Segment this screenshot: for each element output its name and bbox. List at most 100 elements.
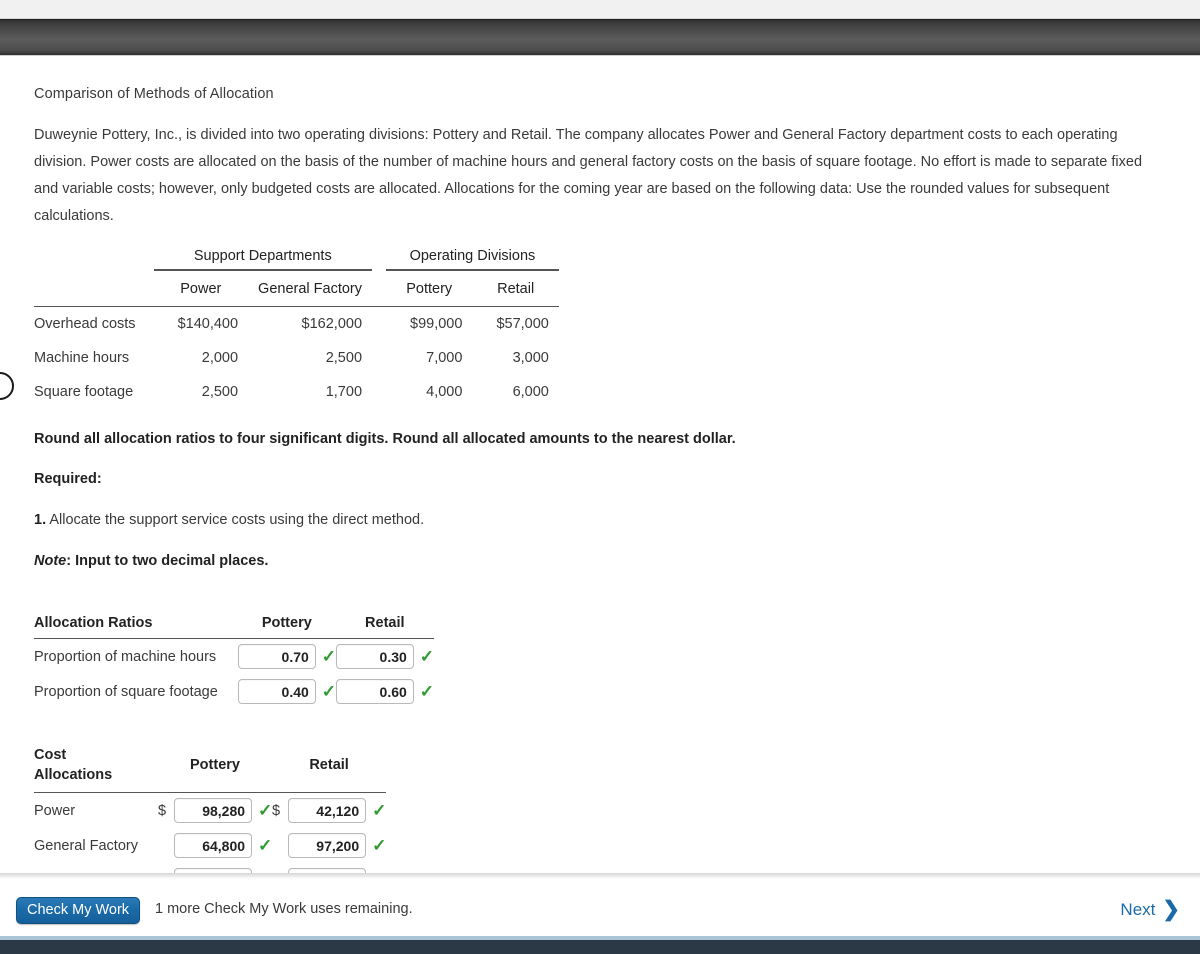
cell-overhead-power: $140,400 [153,306,249,341]
cell-spacer [372,375,386,409]
required-label: Required: [34,471,102,487]
correct-check-icon: ✓ [258,801,273,820]
table-row: Direct costs ✓ ✓ [34,863,386,873]
input-ratio-machine-hours-retail[interactable] [335,644,414,669]
cell-ratio-square-footage-pottery: ✓ [237,674,337,709]
row-label-general-factory: General Factory [34,837,138,854]
question-scroll-area[interactable]: Comparison of Methods of Allocation Duwe… [0,56,1200,873]
given-data-table: Support Departments Operating Divisions … [34,244,559,409]
cell-machine-hours-retail: 3,000 [512,350,549,366]
next-button[interactable]: Next ❯ [1120,899,1180,920]
column-header-row: Power General Factory Pottery Retail [34,270,559,307]
next-button-label: Next [1120,899,1156,919]
cell-machine-hours-general-factory: 2,500 [325,350,363,366]
allocation-ratios-table: Allocation Ratios Pottery Retail Proport… [34,615,434,709]
cell-overhead-general-factory: $162,000 [248,306,373,341]
correct-check-icon: ✓ [321,647,337,666]
question-footer: Check My Work 1 more Check My Work uses … [0,879,1200,939]
column-header-pottery: Pottery [406,281,453,297]
cell-ratio-machine-hours-pottery: ✓ [237,638,337,674]
check-my-work-status: 1 more Check My Work uses remaining. [155,901,413,917]
correct-check-icon: ✓ [372,801,387,820]
cell-ratio-machine-hours-retail: ✓ [335,638,435,674]
cell-machine-hours-power: 2,000 [201,350,239,366]
table-row: Power $ ✓ $ ✓ [34,792,387,828]
column-header-spacer [372,270,386,307]
input-ratio-machine-hours-pottery[interactable] [237,644,316,669]
table-row: Proportion of machine hours ✓ ✓ [34,638,435,674]
cell-machine-hours-pottery: 7,000 [426,350,463,366]
row-label-proportion-square-footage: Proportion of square footage [34,683,218,700]
browser-top-strip [0,0,1200,19]
cost-allocations-table: Cost Allocations Pottery Retail Power $ … [34,745,386,873]
allocation-ratios-title: Allocation Ratios [34,615,153,631]
cell-spacer [372,306,387,341]
cell-square-footage-retail: 6,000 [512,384,549,400]
note-text: : Input to two decimal places. [66,553,269,569]
cell-spacer [372,341,386,375]
input-ratio-square-footage-pottery[interactable] [237,679,316,704]
correct-check-icon: ✓ [419,682,435,701]
table-row: General Factory ✓ ✓ [34,828,386,863]
group-header-spacer [372,244,386,270]
input-ratio-square-footage-retail[interactable] [335,679,414,704]
cell-power-pottery: $ ✓ [157,792,273,828]
allocation-ratios-column-pottery: Pottery [261,615,312,631]
question-page: Comparison of Methods of Allocation Duwe… [0,0,1200,954]
row-label-power: Power [34,792,158,828]
currency-symbol: $ [272,802,281,819]
cell-square-footage-general-factory: 1,700 [325,384,363,400]
cell-square-footage-power: 2,500 [201,384,239,400]
bottom-bar [0,940,1200,954]
cell-general-factory-pottery: ✓ [158,828,272,863]
cell-overhead-pottery: $99,000 [386,306,473,341]
app-header-bar [0,19,1200,56]
input-power-retail[interactable] [288,798,367,823]
allocation-ratios-header-row: Allocation Ratios Pottery Retail [34,615,434,639]
cost-allocations-title: Cost Allocations [34,745,158,793]
table-row: Square footage 2,500 1,700 4,000 6,000 [34,375,559,409]
cell-direct-costs-retail: ✓ [272,863,386,873]
cost-allocations-title-line1: Cost [34,747,67,763]
column-header-retail: Retail [497,281,535,297]
correct-check-icon: ✓ [372,836,387,855]
correct-check-icon: ✓ [258,836,273,855]
check-my-work-button[interactable]: Check My Work [16,897,141,924]
column-header-general-factory: General Factory [258,281,363,297]
cell-ratio-square-footage-retail: ✓ [335,674,435,709]
group-header-row: Support Departments Operating Divisions [34,244,559,271]
table-row: Proportion of square footage ✓ ✓ [34,674,434,709]
column-header-blank [34,270,154,307]
currency-symbol: $ [157,802,167,819]
row-label-overhead-costs: Overhead costs [34,306,154,341]
rounding-instruction: Round all allocation ratios to four sign… [34,431,736,447]
chevron-right-icon: ❯ [1162,898,1180,921]
cell-power-retail: $ ✓ [272,792,387,828]
question-paragraph: Duweynie Pottery, Inc., is divided into … [34,127,1143,224]
cell-square-footage-pottery: 4,000 [426,384,463,400]
row-label-direct-costs: Direct costs [34,863,158,874]
column-header-power: Power [180,281,222,297]
input-general-factory-pottery[interactable] [174,833,253,858]
cell-general-factory-retail: ✓ [272,828,386,863]
note-label: Note [34,553,67,569]
cost-allocations-title-line2: Allocations [34,767,113,783]
requirement-1: 1. Allocate the support service costs us… [34,512,1166,528]
correct-check-icon: ✓ [321,682,337,701]
group-header-support-departments: Support Departments [153,244,373,271]
group-header-operating-divisions: Operating Divisions [386,244,559,271]
cost-allocations-column-retail: Retail [309,757,349,773]
row-label-square-footage: Square footage [34,384,134,400]
input-power-pottery[interactable] [174,798,253,823]
correct-check-icon: ✓ [419,647,435,666]
table-row: Machine hours 2,000 2,500 7,000 3,000 [34,341,559,375]
page-title: Comparison of Methods of Allocation [34,86,274,102]
table-row: Overhead costs $140,400 $162,000 $99,000… [34,306,559,341]
row-label-machine-hours: Machine hours [34,350,130,366]
input-general-factory-retail[interactable] [288,833,367,858]
group-header-blank [34,244,154,270]
cell-direct-costs-pottery: ✓ [158,863,272,873]
cell-overhead-retail: $57,000 [472,306,559,341]
note-line: Note: Input to two decimal places. [34,553,1166,569]
cost-allocations-column-pottery: Pottery [190,757,240,773]
